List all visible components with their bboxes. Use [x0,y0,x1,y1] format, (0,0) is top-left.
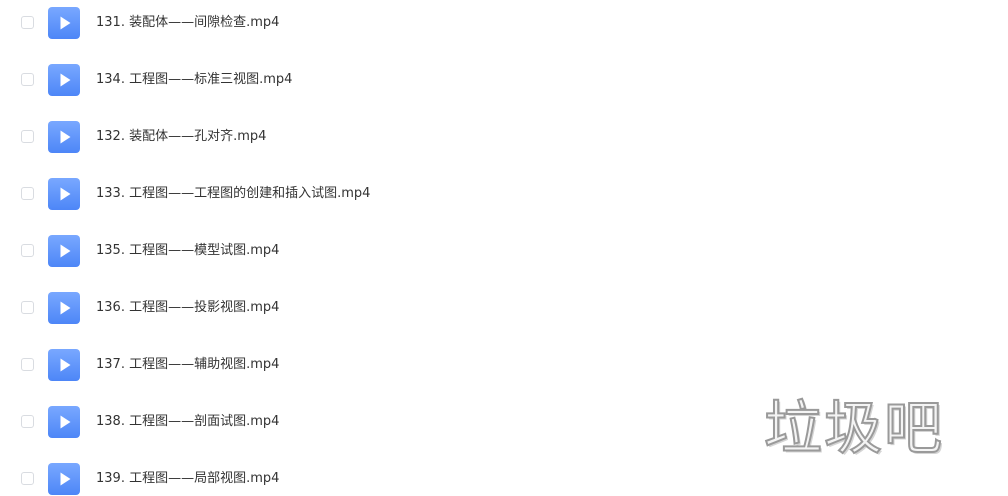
file-checkbox[interactable] [21,301,34,314]
file-row[interactable]: 133. 工程图——工程图的创建和插入试图.mp4 [0,174,1008,214]
file-row[interactable]: 136. 工程图——投影视图.mp4 [0,288,1008,328]
file-name[interactable]: 138. 工程图——剖面试图.mp4 [96,413,279,431]
video-play-icon[interactable] [48,121,80,153]
file-checkbox[interactable] [21,16,34,29]
file-checkbox[interactable] [21,244,34,257]
video-play-icon[interactable] [48,349,80,381]
file-row[interactable]: 134. 工程图——标准三视图.mp4 [0,60,1008,100]
video-play-icon[interactable] [48,463,80,495]
video-play-icon[interactable] [48,7,80,39]
video-play-icon[interactable] [48,292,80,324]
file-row[interactable]: 132. 装配体——孔对齐.mp4 [0,117,1008,157]
file-checkbox[interactable] [21,73,34,86]
file-name[interactable]: 133. 工程图——工程图的创建和插入试图.mp4 [96,185,370,203]
file-row[interactable]: 135. 工程图——模型试图.mp4 [0,231,1008,271]
watermark: 垃圾吧 [763,394,945,462]
file-row[interactable]: 137. 工程图——辅助视图.mp4 [0,345,1008,385]
file-checkbox[interactable] [21,130,34,143]
file-checkbox[interactable] [21,472,34,485]
file-list-page: 131. 装配体——间隙检查.mp4 134. 工程图——标准三视图.mp4 1… [0,0,1008,496]
file-name[interactable]: 135. 工程图——模型试图.mp4 [96,242,279,260]
video-play-icon[interactable] [48,178,80,210]
file-name[interactable]: 139. 工程图——局部视图.mp4 [96,470,279,488]
file-name[interactable]: 137. 工程图——辅助视图.mp4 [96,356,279,374]
file-name[interactable]: 136. 工程图——投影视图.mp4 [96,299,279,317]
file-name[interactable]: 131. 装配体——间隙检查.mp4 [96,14,279,32]
video-play-icon[interactable] [48,64,80,96]
file-checkbox[interactable] [21,187,34,200]
file-name[interactable]: 134. 工程图——标准三视图.mp4 [96,71,292,89]
video-play-icon[interactable] [48,235,80,267]
file-row[interactable]: 131. 装配体——间隙检查.mp4 [0,3,1008,43]
file-checkbox[interactable] [21,358,34,371]
video-play-icon[interactable] [48,406,80,438]
file-row[interactable]: 139. 工程图——局部视图.mp4 [0,459,1008,496]
file-checkbox[interactable] [21,415,34,428]
file-name[interactable]: 132. 装配体——孔对齐.mp4 [96,128,266,146]
